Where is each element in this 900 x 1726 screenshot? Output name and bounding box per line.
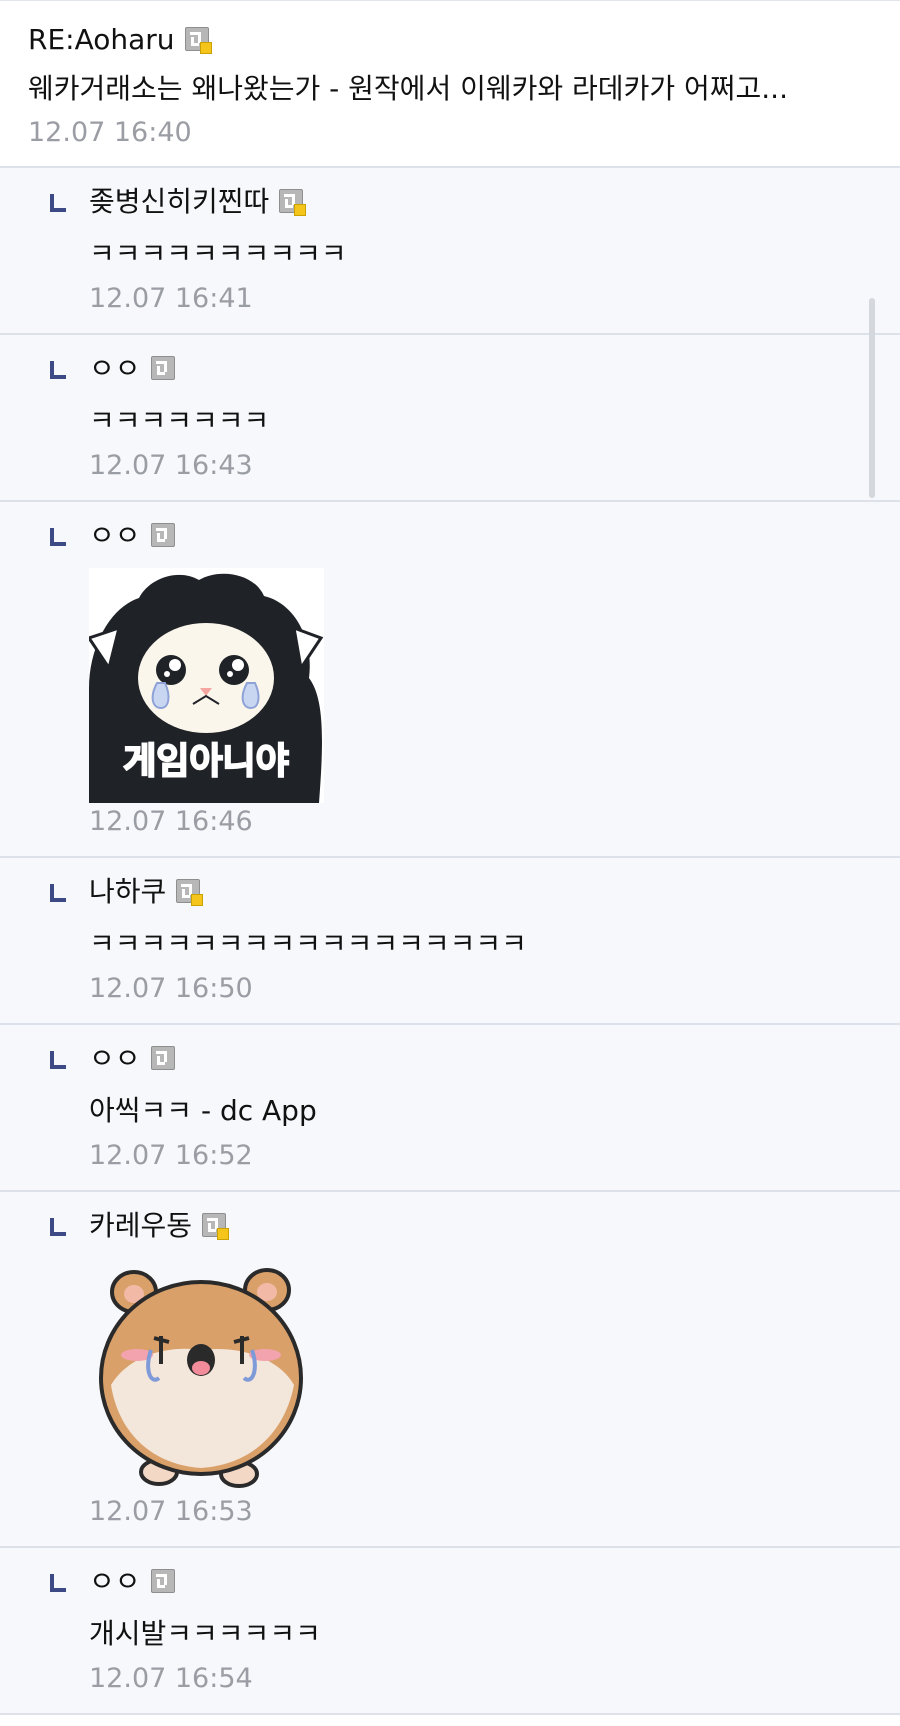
comment-time: 12.07 16:40 (28, 117, 192, 148)
reply-nickname[interactable]: 좆병신히키찐따 (89, 185, 307, 219)
fixed-nick-badge-icon (191, 894, 204, 906)
crying-hamster-sticker[interactable] (89, 1260, 324, 1495)
reply-text: 아씩ㅋㅋ - dc App (89, 1094, 317, 1127)
reply-text: ㅋㅋㅋㅋㅋㅋㅋ (89, 404, 270, 437)
gallog-icon[interactable] (150, 523, 175, 547)
crying-sheep-sticker[interactable]: 게임아니야 (89, 568, 324, 803)
reply-time: 12.07 16:50 (89, 973, 253, 1004)
sticker-caption: 게임아니야 (123, 741, 289, 782)
fixed-nick-badge-icon (217, 1228, 230, 1240)
reply-item: 좆병신히키찐따 ㅋㅋㅋㅋㅋㅋㅋㅋㅋㅋ 12.07 16:41 (0, 168, 900, 335)
reply-nickname[interactable]: ㅇㅇ (89, 519, 175, 553)
reply-nickname[interactable]: ㅇㅇ (89, 1565, 175, 1599)
reply-nickname[interactable]: 나하쿠 (89, 875, 204, 909)
comment-text: 웨카거래소는 왜나왔는가 - 원작에서 이웨카와 라데카가 어쩌고... (28, 72, 788, 105)
gallog-icon[interactable] (150, 1046, 175, 1070)
gallog-icon[interactable] (150, 356, 175, 380)
reply-item: ㅇㅇ 게임아니야 12.07 16:46 (0, 502, 900, 858)
reply-nickname[interactable]: ㅇㅇ (89, 352, 175, 386)
fixed-nick-badge-icon (294, 204, 307, 216)
fixed-nick-badge-icon (199, 42, 212, 54)
reply-text: ㅋㅋㅋㅋㅋㅋㅋㅋㅋㅋㅋㅋㅋㅋㅋㅋㅋ (89, 927, 527, 960)
gallog-icon[interactable] (279, 189, 307, 216)
reply-nickname[interactable]: 카레우동 (89, 1209, 230, 1243)
gallog-icon[interactable] (184, 27, 212, 54)
reply-time: 12.07 16:41 (89, 283, 253, 314)
gallog-icon[interactable] (202, 1213, 230, 1240)
reply-nickname[interactable]: ㅇㅇ (89, 1042, 175, 1076)
reply-arrow-icon (50, 361, 66, 379)
reply-arrow-icon (50, 1051, 66, 1069)
reply-arrow-icon (50, 884, 66, 902)
reply-time: 12.07 16:54 (89, 1663, 253, 1694)
reply-time: 12.07 16:46 (89, 806, 253, 837)
scrollbar[interactable] (869, 298, 875, 498)
gallog-icon[interactable] (150, 1569, 175, 1593)
reply-item: 나하쿠 ㅋㅋㅋㅋㅋㅋㅋㅋㅋㅋㅋㅋㅋㅋㅋㅋㅋ 12.07 16:50 (0, 858, 900, 1025)
reply-time: 12.07 16:53 (89, 1496, 253, 1527)
reply-time: 12.07 16:52 (89, 1140, 253, 1171)
reply-item: ㅇㅇ 아씩ㅋㅋ - dc App 12.07 16:52 (0, 1025, 900, 1192)
reply-text: ㅋㅋㅋㅋㅋㅋㅋㅋㅋㅋ (89, 237, 347, 270)
reply-arrow-icon (50, 194, 66, 212)
reply-arrow-icon (50, 528, 66, 546)
reply-arrow-icon (50, 1574, 66, 1592)
comment-item: RE:Aoharu 웨카거래소는 왜나왔는가 - 원작에서 이웨카와 라데카가 … (0, 0, 900, 168)
reply-item: ㅇㅇ ㅋㅋㅋㅋㅋㅋㅋ 12.07 16:43 (0, 335, 900, 502)
comment-nickname[interactable]: RE:Aoharu (28, 23, 212, 57)
reply-arrow-icon (50, 1218, 66, 1236)
reply-item: ㅇㅇ 개시발ㅋㅋㅋㅋㅋㅋ 12.07 16:54 (0, 1548, 900, 1715)
reply-time: 12.07 16:43 (89, 450, 253, 481)
reply-item: 카레우동 12.07 16:53 (0, 1192, 900, 1548)
reply-text: 개시발ㅋㅋㅋㅋㅋㅋ (89, 1617, 321, 1650)
gallog-icon[interactable] (176, 879, 204, 906)
